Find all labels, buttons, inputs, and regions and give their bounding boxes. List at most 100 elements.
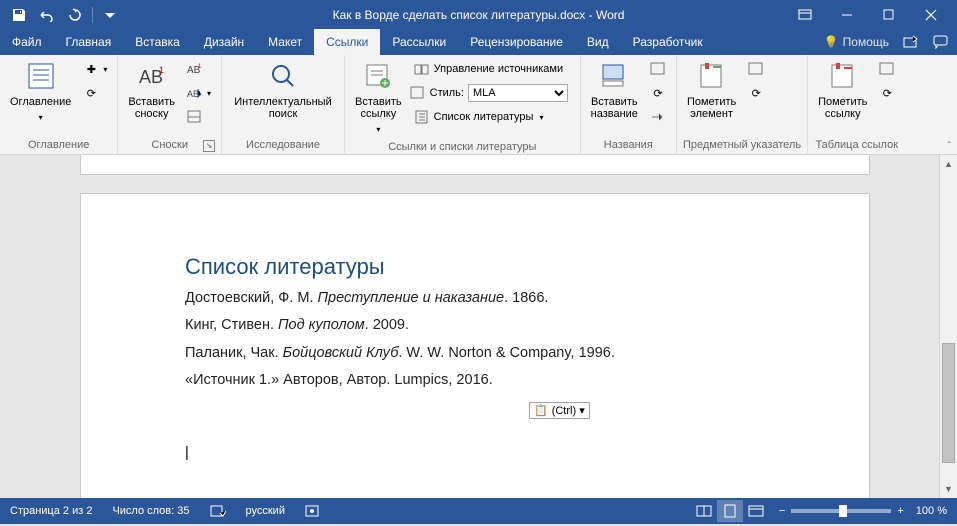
add-text-button[interactable]: ✚▾ [79, 58, 111, 80]
tab-file[interactable]: Файл [0, 29, 54, 55]
insert-index-button[interactable] [744, 58, 768, 80]
page[interactable]: Список литературы Достоевский, Ф. М. Пре… [80, 193, 870, 498]
caption-icon [598, 60, 630, 92]
group-captions: Вставить название ⟳ Названия [581, 55, 677, 154]
update-figures-button[interactable]: ⟳ [646, 82, 670, 104]
save-button[interactable] [6, 2, 32, 28]
status-bar: Страница 2 из 2 Число слов: 35 русский −… [0, 498, 957, 524]
add-text-icon: ✚ [83, 61, 99, 77]
redo-button[interactable] [62, 2, 88, 28]
mark-entry-icon [696, 60, 728, 92]
tab-layout[interactable]: Макет [256, 29, 314, 55]
group-index: Пометить элемент ⟳ Предметный указатель [677, 55, 808, 154]
share-button[interactable] [903, 35, 919, 49]
minimize-button[interactable] [827, 1, 867, 29]
title-bar: Как в Ворде сделать список литературы.do… [0, 0, 957, 29]
update-toa-button[interactable]: ⟳ [875, 82, 899, 104]
insert-caption-button[interactable]: Вставить название [587, 58, 642, 122]
bib-entry: «Источник 1.» Авторов, Автор. Lumpics, 2… [185, 372, 765, 389]
refresh-icon: ⟳ [748, 85, 764, 101]
insert-toa-button[interactable] [875, 58, 899, 80]
quick-access-toolbar [0, 2, 129, 28]
show-notes-button[interactable] [183, 106, 215, 128]
zoom-in-button[interactable]: + [897, 505, 903, 517]
style-icon [410, 86, 426, 100]
tab-mailings[interactable]: Рассылки [380, 29, 458, 55]
macro-icon [305, 505, 319, 517]
footnote-icon: AB1 [136, 60, 168, 92]
zoom-level[interactable]: 100 % [916, 505, 947, 517]
tab-home[interactable]: Главная [54, 29, 124, 55]
tell-me[interactable]: 💡Помощь [824, 35, 889, 49]
page-indicator[interactable]: Страница 2 из 2 [0, 498, 102, 524]
maximize-button[interactable] [869, 1, 909, 29]
style-label: Стиль: [430, 87, 464, 99]
paste-options-button[interactable]: 📋(Ctrl) ▾ [529, 402, 590, 419]
tab-insert[interactable]: Вставка [123, 29, 192, 55]
zoom-knob[interactable] [839, 505, 847, 517]
mark-entry-button[interactable]: Пометить элемент [683, 58, 740, 122]
zoom-out-button[interactable]: − [779, 505, 785, 517]
bibliography-button[interactable]: Список литературы▾ [410, 106, 574, 128]
scroll-up-button[interactable]: ▲ [940, 155, 957, 173]
scroll-thumb[interactable] [942, 343, 955, 463]
manage-sources-button[interactable]: Управление источниками [410, 58, 574, 80]
citation-style-select[interactable]: MLA [468, 84, 568, 102]
scroll-down-button[interactable]: ▼ [940, 480, 957, 498]
group-label-footnotes: Сноски↘ [124, 136, 215, 154]
toc-icon [25, 60, 57, 92]
bib-entry: Кинг, Стивен. Под куполом. 2009. [185, 317, 765, 334]
scroll-track[interactable] [940, 173, 957, 480]
svg-text:AB: AB [187, 89, 199, 99]
tab-view[interactable]: Вид [575, 29, 621, 55]
comments-button[interactable] [933, 35, 949, 49]
next-footnote-button[interactable]: AB▾ [183, 82, 215, 104]
previous-page-edge [80, 155, 870, 175]
group-citations: Вставить ссылку▾ Управление источниками … [345, 55, 581, 154]
update-index-button[interactable]: ⟳ [744, 82, 768, 104]
insert-endnote-button[interactable]: AB1 [183, 58, 215, 80]
show-notes-icon [187, 109, 203, 125]
ribbon: Оглавление▾ ✚▾ ⟳ Оглавление AB1 Вставить… [0, 55, 957, 155]
footnotes-launcher[interactable]: ↘ [203, 140, 215, 152]
tab-developer[interactable]: Разработчик [621, 29, 715, 55]
vertical-scrollbar[interactable]: ▲ ▼ [939, 155, 957, 498]
close-button[interactable] [911, 1, 951, 29]
cross-reference-button[interactable] [646, 106, 670, 128]
svg-text:1: 1 [159, 65, 164, 75]
bibliography-icon [414, 109, 430, 125]
insert-figures-table-button[interactable] [646, 58, 670, 80]
group-footnotes: AB1 Вставить сноску AB1 AB▾ Сноски↘ [118, 55, 222, 154]
update-toc-button[interactable]: ⟳ [79, 82, 111, 104]
insert-footnote-button[interactable]: AB1 Вставить сноску [124, 58, 179, 122]
manage-sources-icon [414, 61, 430, 77]
refresh-icon: ⟳ [650, 85, 666, 101]
zoom-slider[interactable] [791, 509, 891, 513]
insert-toa-icon [879, 61, 895, 77]
bib-entry: Достоевский, Ф. М. Преступление и наказа… [185, 290, 765, 307]
search-icon [267, 60, 299, 92]
ribbon-options-button[interactable] [785, 1, 825, 29]
collapse-ribbon-button[interactable]: ˆ [948, 141, 951, 152]
language-indicator[interactable]: русский [236, 498, 295, 524]
insert-citation-button[interactable]: Вставить ссылку▾ [351, 58, 406, 138]
bibliography-heading: Список литературы [185, 254, 765, 280]
word-count[interactable]: Число слов: 35 [102, 498, 199, 524]
macro-indicator[interactable] [295, 498, 329, 524]
next-footnote-icon: AB [187, 85, 203, 101]
mark-citation-button[interactable]: Пометить ссылку [814, 58, 871, 122]
text-cursor: | [185, 445, 765, 461]
tab-review[interactable]: Рецензирование [458, 29, 575, 55]
web-layout-button[interactable] [743, 500, 769, 522]
smart-lookup-button[interactable]: Интеллектуальный поиск [228, 58, 338, 122]
print-layout-button[interactable] [717, 500, 743, 522]
read-mode-button[interactable] [691, 500, 717, 522]
tab-design[interactable]: Дизайн [192, 29, 256, 55]
tab-references[interactable]: Ссылки [314, 29, 380, 55]
toc-button[interactable]: Оглавление▾ [6, 58, 75, 126]
group-label-research: Исследование [228, 136, 338, 154]
citation-icon [362, 60, 394, 92]
qat-customize[interactable] [97, 2, 123, 28]
undo-button[interactable] [34, 2, 60, 28]
spellcheck-button[interactable] [200, 498, 236, 524]
